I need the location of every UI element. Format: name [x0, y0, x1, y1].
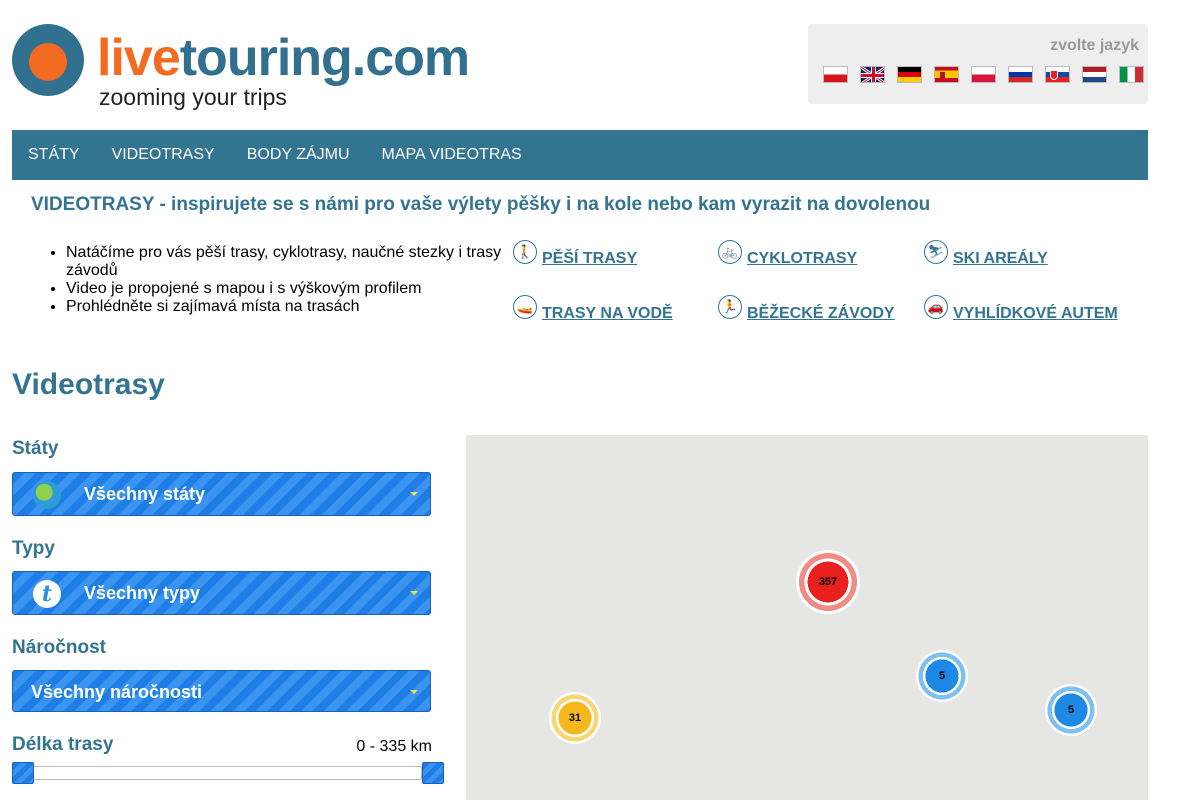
map-cluster-count: 357 — [818, 576, 838, 588]
category-label: TRASY NA VODĚ — [542, 305, 673, 322]
map-cluster-marker[interactable]: 5 — [1045, 684, 1097, 736]
boat-icon: 🚤 — [513, 295, 537, 319]
logo-wordmark: livetouring.com — [97, 29, 470, 87]
logo-circle-icon — [12, 24, 84, 96]
chevron-down-icon — [410, 492, 418, 496]
page-title: Videotrasy — [12, 368, 165, 401]
ru-flag-icon[interactable] — [1008, 66, 1033, 83]
category-link[interactable]: ⛷ SKI AREÁLY — [924, 240, 1048, 268]
category-link[interactable]: 🚗 VYHLÍDKOVÉ AUTEM — [924, 295, 1118, 323]
type-info-icon: t — [33, 580, 61, 608]
map-cluster-marker[interactable]: 5 — [916, 650, 968, 702]
cz-flag-icon[interactable] — [823, 66, 848, 83]
nav-item-0[interactable]: STÁTY — [12, 130, 96, 180]
category-link[interactable]: 🏃 BĚŽECKÉ ZÁVODY — [718, 295, 895, 323]
nav-item-1[interactable]: VIDEOTRASY — [96, 130, 231, 180]
globe-icon — [33, 481, 61, 509]
states-select[interactable]: Všechny státy — [12, 472, 431, 516]
flag-list — [823, 66, 1144, 83]
length-label: Délka trasy — [12, 734, 114, 755]
routes-map[interactable]: 357 5 5 31 — [466, 435, 1148, 800]
category-label: BĚŽECKÉ ZÁVODY — [747, 305, 895, 322]
map-cluster-marker[interactable]: 357 — [796, 550, 860, 614]
logo-tagline: zooming your trips — [99, 84, 287, 110]
length-slider-track[interactable] — [22, 766, 422, 780]
map-cluster-count: 31 — [568, 712, 582, 724]
bicycle-icon: 🚲 — [718, 240, 742, 264]
length-slider-max-handle[interactable] — [422, 762, 444, 784]
es-flag-icon[interactable] — [934, 66, 959, 83]
main-nav: STÁTY VIDEOTRASY BODY ZÁJMU MAPA VIDEOTRAS — [12, 130, 1148, 180]
difficulty-label: Náročnost — [12, 637, 106, 658]
types-select[interactable]: t Všechny typy — [12, 571, 431, 615]
nav-item-3[interactable]: MAPA VIDEOTRAS — [366, 130, 538, 180]
gb-flag-icon[interactable] — [860, 66, 885, 83]
nav-item-2[interactable]: BODY ZÁJMU — [231, 130, 366, 180]
category-link[interactable]: 🚶 PĚŠÍ TRASY — [513, 240, 637, 268]
site-logo[interactable]: livetouring.com zooming your trips — [12, 22, 482, 114]
category-link[interactable]: 🚤 TRASY NA VODĚ — [513, 295, 673, 323]
language-title: zvolte jazyk — [1050, 37, 1139, 54]
category-label: PĚŠÍ TRASY — [542, 250, 638, 267]
types-label: Typy — [12, 538, 55, 559]
intro-bullet: Prohlédněte si zajímavá místa na trasách — [66, 298, 511, 316]
states-select-value: Všechny státy — [84, 484, 206, 504]
types-select-value: Všechny typy — [84, 583, 201, 603]
hiker-icon: 🚶 — [513, 240, 537, 264]
sk-flag-icon[interactable] — [1045, 66, 1070, 83]
runner-icon: 🏃 — [718, 295, 742, 319]
category-link[interactable]: 🚲 CYKLOTRASY — [718, 240, 857, 268]
chevron-down-icon — [410, 591, 418, 595]
map-cluster-count: 5 — [1067, 704, 1075, 716]
it-flag-icon[interactable] — [1119, 66, 1144, 83]
intro-bullets: Natáčíme pro vás pěší trasy, cyklotrasy,… — [66, 244, 511, 316]
difficulty-select-value: Všechny náročnosti — [31, 682, 203, 702]
language-selector: zvolte jazyk — [808, 24, 1148, 104]
intro-bullet: Video je propojené s mapou i s výškovým … — [66, 280, 511, 298]
nl-flag-icon[interactable] — [1082, 66, 1107, 83]
chevron-down-icon — [410, 690, 418, 694]
category-label: SKI AREÁLY — [953, 250, 1048, 267]
map-cluster-marker[interactable]: 31 — [549, 692, 601, 744]
category-label: CYKLOTRASY — [747, 250, 858, 267]
car-icon: 🚗 — [924, 295, 948, 319]
length-range-value: 0 - 335 km — [356, 738, 432, 755]
difficulty-select[interactable]: Všechny náročnosti — [12, 670, 431, 712]
length-slider-min-handle[interactable] — [12, 762, 34, 784]
intro-bullet: Natáčíme pro vás pěší trasy, cyklotrasy,… — [66, 244, 511, 280]
intro-title: VIDEOTRASY - inspirujete se s námi pro v… — [31, 194, 931, 215]
states-label: Státy — [12, 438, 59, 459]
pl-flag-icon[interactable] — [971, 66, 996, 83]
category-label: VYHLÍDKOVÉ AUTEM — [953, 305, 1118, 322]
skier-icon: ⛷ — [924, 240, 948, 264]
map-cluster-count: 5 — [938, 670, 946, 682]
de-flag-icon[interactable] — [897, 66, 922, 83]
